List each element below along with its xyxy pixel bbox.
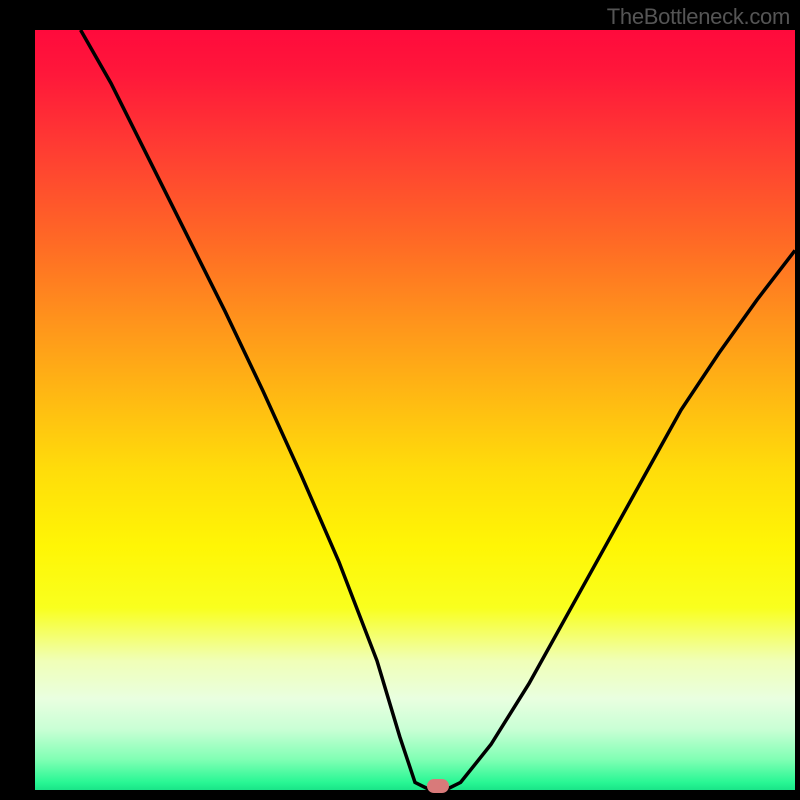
watermark-text: TheBottleneck.com — [607, 4, 790, 30]
curve-svg — [35, 30, 795, 790]
chart-container: TheBottleneck.com — [0, 0, 800, 800]
optimal-marker — [427, 779, 449, 793]
plot-area — [35, 30, 795, 790]
bottleneck-curve — [81, 30, 795, 790]
